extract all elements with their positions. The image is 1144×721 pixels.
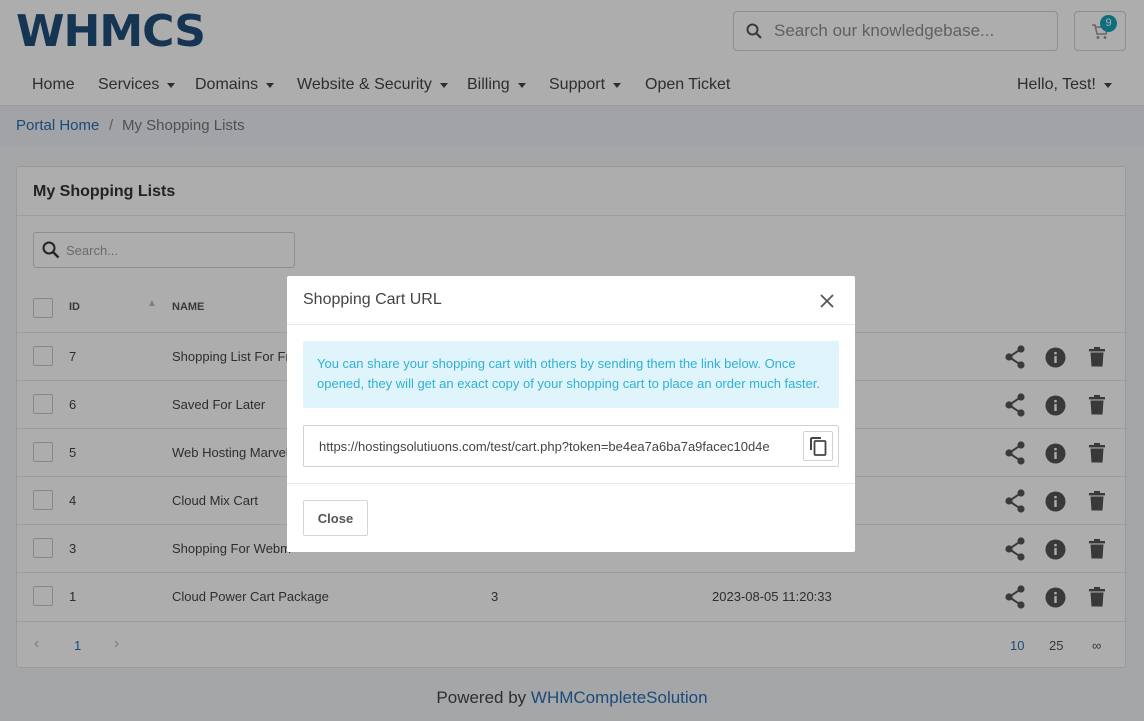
- close-button[interactable]: Close: [303, 500, 368, 536]
- copy-icon: [809, 436, 827, 456]
- info-alert: You can share your shopping cart with ot…: [303, 341, 839, 408]
- cart-url-field[interactable]: [319, 438, 789, 454]
- copy-button[interactable]: [803, 431, 833, 461]
- modal-title: Shopping Cart URL: [303, 291, 442, 308]
- divider: [287, 324, 855, 325]
- shopping-cart-url-modal: Shopping Cart URL You can share your sho…: [287, 276, 855, 552]
- close-icon[interactable]: [817, 291, 837, 311]
- divider: [287, 483, 855, 484]
- cart-url-group: [303, 425, 839, 467]
